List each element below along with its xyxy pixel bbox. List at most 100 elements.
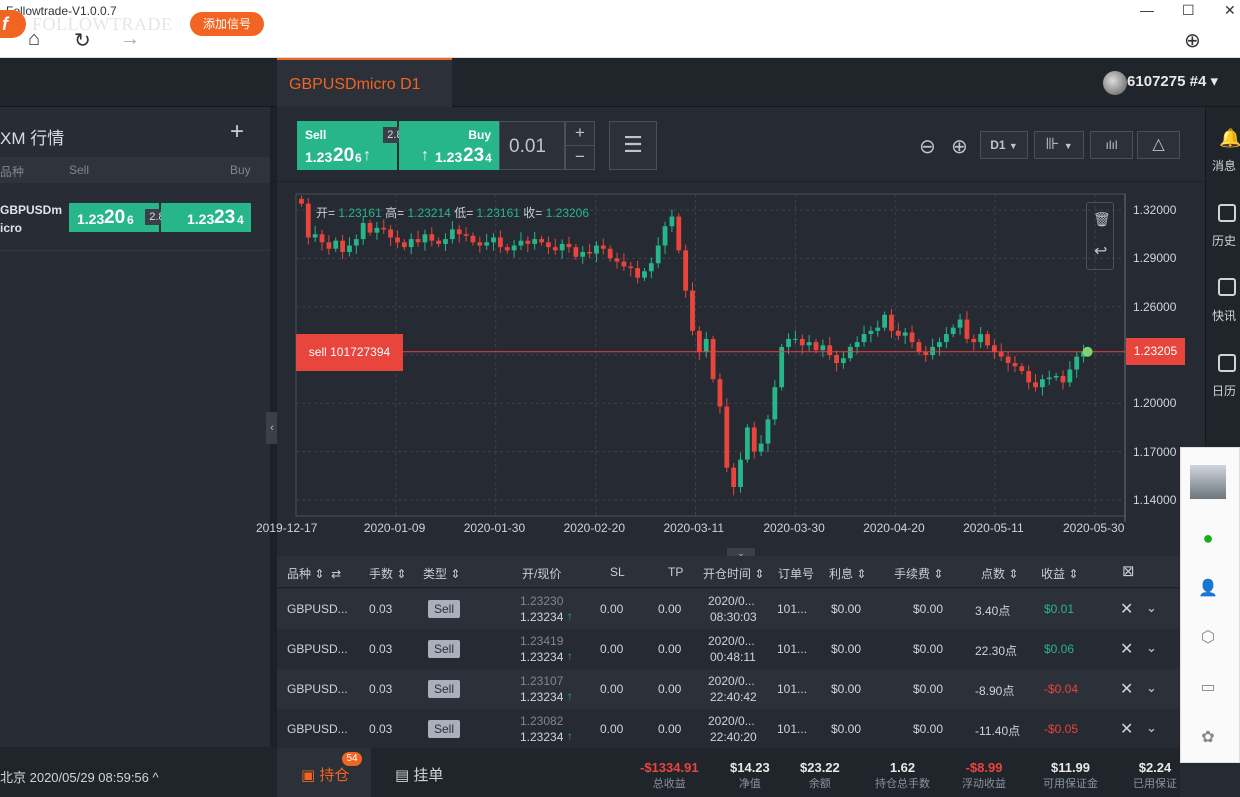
buy-button[interactable]: Buy ↑ 1.23 23 4	[399, 121, 499, 170]
candle-body	[717, 379, 723, 407]
order-list-icon[interactable]: ☰	[609, 121, 657, 170]
minimize-icon[interactable]: —	[1140, 2, 1154, 18]
cell-current-price: 1.23234	[520, 730, 564, 744]
th-fee[interactable]: 手续费 ⇕	[894, 565, 943, 582]
account-selector[interactable]: 6107275 #4 ▾	[1127, 72, 1218, 90]
candle-body	[573, 247, 579, 257]
drawing-tools-icon[interactable]: △	[1137, 131, 1180, 159]
summary-label: 已用保证	[1133, 778, 1177, 790]
tab-pending-orders[interactable]: ▤ 挂单	[395, 764, 443, 785]
avatar[interactable]	[1103, 71, 1127, 95]
table-row[interactable]: GBPUSD... 0.03 1.23082 1.23234 0.00 0.00 2020/…	[277, 709, 1180, 749]
candle-body	[978, 334, 984, 343]
expand-row-icon[interactable]: ⌄	[1146, 600, 1157, 616]
th-swap[interactable]: 利息 ⇕	[829, 565, 866, 582]
close-position-icon[interactable]: ✕	[1120, 719, 1133, 739]
cell-symbol: GBPUSD...	[287, 602, 348, 616]
th-type[interactable]: 类型 ⇕	[423, 565, 460, 582]
zoom-in-icon[interactable]: ⊕	[951, 134, 968, 159]
calendar-icon[interactable]	[1218, 354, 1236, 372]
folder-icon[interactable]: ▭	[1198, 677, 1218, 697]
candle-body	[1053, 375, 1059, 378]
indicators-icon[interactable]: ılıl	[1090, 131, 1133, 159]
maximize-icon[interactable]: ☐	[1182, 2, 1195, 19]
sidebar-item-messages[interactable]: 消息	[1212, 157, 1236, 174]
watchlist-header: 品种 Sell Buy	[0, 157, 270, 183]
expand-row-icon[interactable]: ⌄	[1146, 680, 1157, 696]
cell-time: 08:30:03	[710, 610, 757, 624]
trash-icon[interactable]: 🗑	[1093, 211, 1111, 228]
summary-label: 总收益	[652, 778, 686, 790]
timeframe-select[interactable]: D1 ▼	[980, 131, 1028, 159]
close-position-icon[interactable]: ✕	[1120, 599, 1133, 619]
close-position-icon[interactable]: ✕	[1120, 639, 1133, 659]
lot-size-input[interactable]: 0.01	[499, 121, 565, 170]
x-tick-label: 2020-01-30	[463, 521, 526, 535]
candle-body	[621, 261, 627, 267]
th-symbol[interactable]: 品种 ⇕ ⇄	[287, 565, 341, 582]
expand-row-icon[interactable]: ⌄	[1146, 640, 1157, 656]
th-lots[interactable]: 手数 ⇕	[369, 565, 406, 582]
add-symbol-icon[interactable]: +	[230, 118, 244, 146]
close-position-icon[interactable]: ✕	[1120, 679, 1133, 699]
app-header	[0, 58, 1240, 107]
lot-minus-button[interactable]: −	[565, 145, 595, 170]
server-clock[interactable]: 北京 2020/05/29 08:59:56 ^	[0, 747, 277, 797]
type-badge: Sell	[428, 640, 460, 658]
settings-icon[interactable]: ✿	[1198, 727, 1218, 747]
candle-body	[388, 229, 394, 238]
cell-profit: $0.01	[1044, 602, 1075, 616]
expand-row-icon[interactable]: ⌄	[1146, 720, 1157, 736]
sidebar-item-history[interactable]: 历史	[1212, 232, 1236, 249]
candlestick-chart[interactable]	[277, 182, 1205, 548]
th-points[interactable]: 点数 ⇕	[981, 565, 1018, 582]
x-tick-label: 2020-04-20	[863, 521, 925, 535]
cell-open-price: 1.23082	[520, 714, 564, 728]
contact-icon[interactable]: 👤	[1198, 578, 1218, 598]
cube-icon[interactable]: ⬡	[1198, 627, 1218, 647]
order-line-label[interactable]: sell 101727394	[296, 334, 403, 371]
type-badge: Sell	[428, 600, 460, 618]
sell-button[interactable]: Sell 1.23 20 6 ↑	[297, 121, 397, 170]
summary-item: $14.23 净值	[730, 760, 770, 791]
candle-body	[600, 245, 606, 249]
candle-body	[868, 330, 874, 335]
th-profit[interactable]: 收益 ⇕	[1041, 565, 1078, 582]
cell-fee: $0.00	[913, 642, 944, 656]
bell-icon[interactable]: 🔔	[1219, 128, 1240, 149]
thumbnail-image[interactable]	[1190, 465, 1226, 499]
sidebar-item-news[interactable]: 快讯	[1212, 307, 1236, 324]
close-window-icon[interactable]: ✕	[1224, 2, 1236, 19]
chart-type-select[interactable]: ⊪ ▼	[1034, 131, 1084, 159]
th-time[interactable]: 开仓时间 ⇕	[703, 565, 764, 582]
candle-body	[696, 330, 702, 352]
y-tick-label: 1.26000	[1133, 299, 1177, 314]
zoom-out-icon[interactable]: ⊖	[919, 134, 936, 159]
lot-plus-button[interactable]: +	[565, 121, 595, 146]
candle-body	[1046, 377, 1052, 380]
tab-symbol[interactable]: GBPUSDmicro D1	[277, 58, 452, 107]
candle-body	[422, 234, 428, 243]
news-icon[interactable]	[1218, 278, 1236, 296]
close-all-icon[interactable]: ⊠	[1122, 562, 1135, 580]
history-icon[interactable]	[1218, 204, 1236, 222]
chat-icon[interactable]: ●	[1198, 528, 1218, 548]
summary-label: 可用保证金	[1043, 778, 1098, 790]
table-row[interactable]: GBPUSD... 0.03 1.23230 1.23234 0.00 0.00 2020/…	[277, 589, 1180, 629]
candle-body	[326, 242, 332, 249]
sidebar-item-calendar[interactable]: 日历	[1212, 382, 1236, 399]
table-row[interactable]: GBPUSD... 0.03 1.23107 1.23234 0.00 0.00 2020/…	[277, 669, 1180, 709]
candle-body	[841, 358, 846, 364]
candle-body	[552, 247, 558, 251]
price-chart[interactable]	[277, 182, 1205, 548]
up-arrow-icon: ↑	[421, 147, 429, 164]
undo-icon[interactable]: ↩	[1094, 241, 1107, 261]
candle-body	[463, 234, 469, 236]
upload-icon[interactable]: ⊕	[1184, 28, 1201, 53]
candle-body	[957, 319, 963, 328]
buy-price-box[interactable]: 1.23 23 4	[161, 203, 251, 232]
table-row[interactable]: GBPUSD... 0.03 1.23419 1.23234 0.00 0.00 2020/…	[277, 629, 1180, 669]
list-item[interactable]: GBPUSDm icro 1.23 20 6 2.80 1.23 23 4	[0, 183, 270, 251]
cell-open-price: 1.23107	[520, 674, 564, 688]
add-signal-button[interactable]: 添加信号	[190, 12, 264, 36]
